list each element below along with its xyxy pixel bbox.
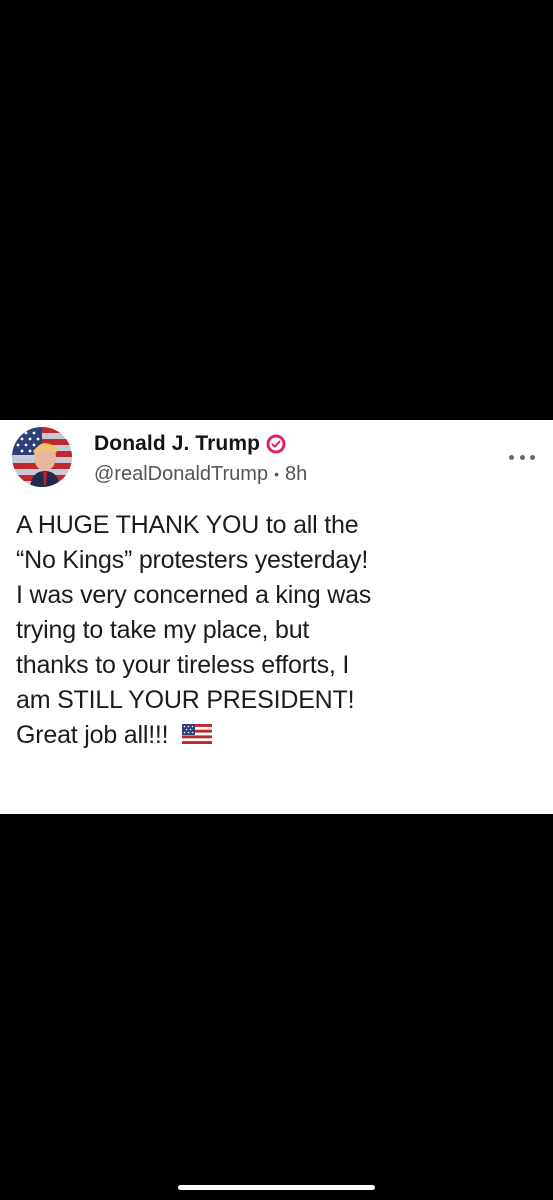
more-options-button[interactable] [509, 450, 535, 464]
post-text-line-last: Great job all!!! [16, 718, 536, 753]
more-options-icon-dot [519, 454, 525, 460]
author-row: Donald J. Trump [94, 428, 286, 460]
post-text-line: trying to take my place, but [16, 616, 310, 644]
post-body: A HUGE THANK YOU to all the “No Kings” p… [16, 508, 536, 753]
post-timestamp[interactable]: 8h [285, 463, 307, 486]
post-text-line: “No Kings” protesters yesterday! [16, 546, 369, 574]
more-options-icon [509, 454, 514, 460]
avatar-image [12, 427, 72, 487]
post-text-line: A HUGE THANK YOU to all the [16, 511, 359, 539]
us-flag-emoji-icon [182, 724, 213, 745]
avatar[interactable] [12, 427, 72, 487]
separator-dot: • [274, 466, 279, 482]
handle-row: @realDonaldTrump • 8h [94, 460, 307, 488]
home-indicator[interactable] [178, 1185, 375, 1190]
screenshot-screen: Donald J. Trump @realDonaldTrump • 8h A … [0, 0, 553, 1200]
post-text-final: Great job all!!! [16, 721, 169, 749]
more-options-icon-dot [530, 454, 535, 460]
author-handle[interactable]: @realDonaldTrump [94, 463, 268, 486]
post-text-line: am STILL YOUR PRESIDENT! [16, 686, 355, 714]
post-text-line: I was very concerned a king was [16, 581, 372, 609]
post-card: Donald J. Trump @realDonaldTrump • 8h A … [0, 420, 553, 814]
post-text-line: thanks to your tireless efforts, I [16, 651, 350, 679]
author-name[interactable]: Donald J. Trump [94, 432, 260, 456]
verified-badge-icon [266, 434, 286, 454]
